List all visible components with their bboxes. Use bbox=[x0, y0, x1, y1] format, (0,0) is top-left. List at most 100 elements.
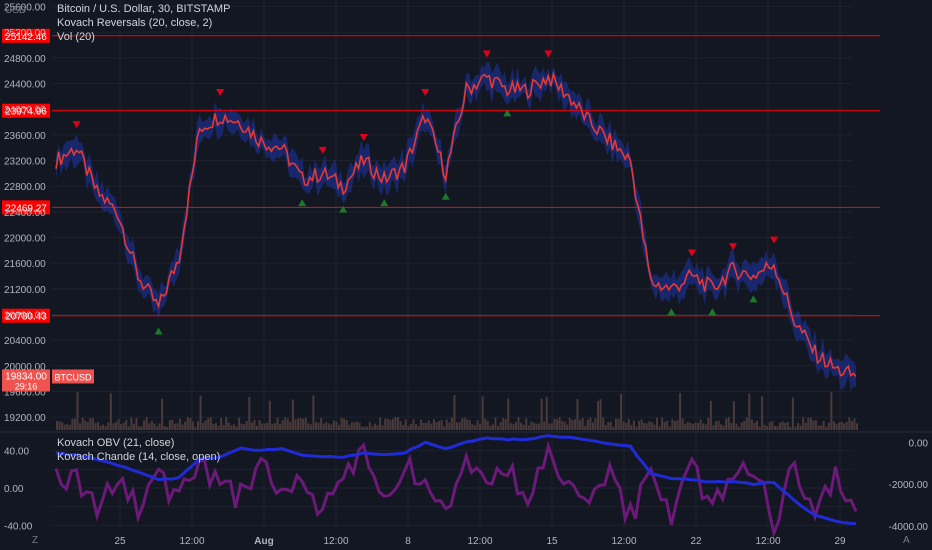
buy-arrow bbox=[749, 295, 758, 303]
volume-bar bbox=[438, 421, 441, 430]
volume-bar bbox=[417, 425, 420, 430]
volume-bar bbox=[330, 424, 333, 430]
volume-bar bbox=[617, 418, 620, 430]
volume-bar bbox=[332, 420, 335, 430]
volume-bar bbox=[204, 420, 207, 430]
volume-bar bbox=[576, 399, 579, 430]
sell-arrow bbox=[544, 50, 553, 58]
volume-bar bbox=[791, 397, 794, 430]
volume-bar bbox=[512, 424, 515, 430]
x-tick-label: 12:00 bbox=[611, 536, 636, 547]
volume-bar bbox=[758, 426, 761, 430]
volume-bar bbox=[373, 423, 376, 430]
volume-bar bbox=[66, 424, 69, 430]
osc-right-tick: 0.00 bbox=[909, 438, 929, 449]
y-tick-label: 22400.00 bbox=[4, 208, 46, 219]
volume-bar bbox=[238, 417, 241, 430]
volume-bar bbox=[120, 424, 123, 430]
subpane-legend-obv: Kovach OBV (21, close) bbox=[57, 437, 175, 449]
volume-bar bbox=[535, 423, 538, 430]
volume-bar bbox=[302, 418, 305, 430]
volume-bar bbox=[720, 424, 723, 430]
x-tick-label: 25 bbox=[114, 536, 126, 547]
volume-bar bbox=[194, 426, 197, 430]
volume-bar bbox=[435, 421, 438, 430]
volume-bar bbox=[71, 418, 74, 430]
volume-bar bbox=[79, 423, 82, 430]
volume-bar bbox=[853, 418, 856, 430]
volume-bar bbox=[345, 420, 348, 430]
volume-bar bbox=[468, 420, 471, 430]
osc-left-tick: 0.00 bbox=[4, 484, 24, 495]
volume-bar bbox=[612, 426, 615, 430]
volume-bar bbox=[263, 423, 266, 430]
sell-arrow bbox=[728, 243, 737, 251]
sell-arrow bbox=[769, 236, 778, 244]
volume-bar bbox=[622, 421, 625, 430]
volume-bar bbox=[538, 423, 541, 430]
volume-bar bbox=[825, 426, 828, 430]
volume-bar bbox=[348, 424, 351, 430]
volume-bar bbox=[368, 422, 371, 430]
osc-right-tick: -2000.00 bbox=[889, 480, 929, 491]
buy-arrow bbox=[708, 308, 717, 316]
volume-bar bbox=[514, 422, 517, 430]
volume-bar bbox=[494, 417, 497, 430]
volume-bar bbox=[227, 422, 230, 430]
x-tick-label: 15 bbox=[546, 536, 558, 547]
volume-bar bbox=[553, 418, 556, 430]
volume-bar bbox=[432, 419, 435, 430]
volume-bar bbox=[832, 421, 835, 430]
timezone-button[interactable]: Z bbox=[32, 535, 38, 546]
volume-bar bbox=[727, 417, 730, 430]
volume-bar bbox=[473, 425, 476, 430]
volume-bar bbox=[207, 418, 210, 430]
volume-bar bbox=[297, 418, 300, 430]
volume-bar bbox=[299, 417, 302, 430]
y-tick-label: 21600.00 bbox=[4, 259, 46, 270]
volume-bar bbox=[268, 400, 271, 430]
volume-bar bbox=[550, 423, 553, 430]
auto-scale-button[interactable]: A bbox=[903, 535, 910, 546]
chart-title: Bitcoin / U.S. Dollar, 30, BITSTAMP bbox=[57, 3, 231, 15]
volume-bar bbox=[420, 419, 423, 430]
countdown-label: 29:16 bbox=[15, 381, 38, 391]
volume-bar bbox=[671, 419, 674, 430]
volume-bar bbox=[209, 417, 212, 430]
volume-bar bbox=[271, 424, 274, 430]
volume-bar bbox=[222, 425, 225, 430]
volume-bar bbox=[353, 422, 356, 430]
volume-bar bbox=[307, 423, 310, 430]
volume-bar bbox=[235, 426, 238, 430]
volume-bar bbox=[620, 393, 623, 430]
volume-bar bbox=[114, 421, 117, 430]
volume-bar bbox=[558, 417, 561, 430]
volume-bar bbox=[463, 417, 466, 430]
volume-bar bbox=[707, 417, 710, 430]
volume-bar bbox=[563, 421, 566, 430]
volume-bar bbox=[691, 424, 694, 430]
volume-bar bbox=[702, 423, 705, 430]
volume-bar bbox=[779, 422, 782, 430]
volume-bar bbox=[240, 423, 243, 430]
volume-bar bbox=[150, 420, 153, 430]
volume-bar bbox=[89, 417, 92, 430]
volume-bar bbox=[522, 424, 525, 430]
volume-bar bbox=[830, 392, 833, 430]
volume-bar bbox=[250, 422, 253, 430]
volume-bar bbox=[168, 420, 171, 430]
volume-bar bbox=[97, 422, 100, 430]
volume-bar bbox=[840, 421, 843, 430]
volume-bar bbox=[294, 419, 297, 430]
volume-bar bbox=[794, 426, 797, 430]
volume-bar bbox=[845, 421, 848, 430]
y-tick-label: 24400.00 bbox=[4, 79, 46, 90]
y-tick-label: 23200.00 bbox=[4, 156, 46, 167]
volume-bar bbox=[217, 426, 220, 430]
volume-bar bbox=[543, 421, 546, 430]
volume-bar bbox=[320, 417, 323, 430]
volume-bar bbox=[820, 425, 823, 430]
volume-bar bbox=[573, 419, 576, 430]
volume-bar bbox=[656, 417, 658, 430]
volume-bar bbox=[648, 421, 651, 430]
